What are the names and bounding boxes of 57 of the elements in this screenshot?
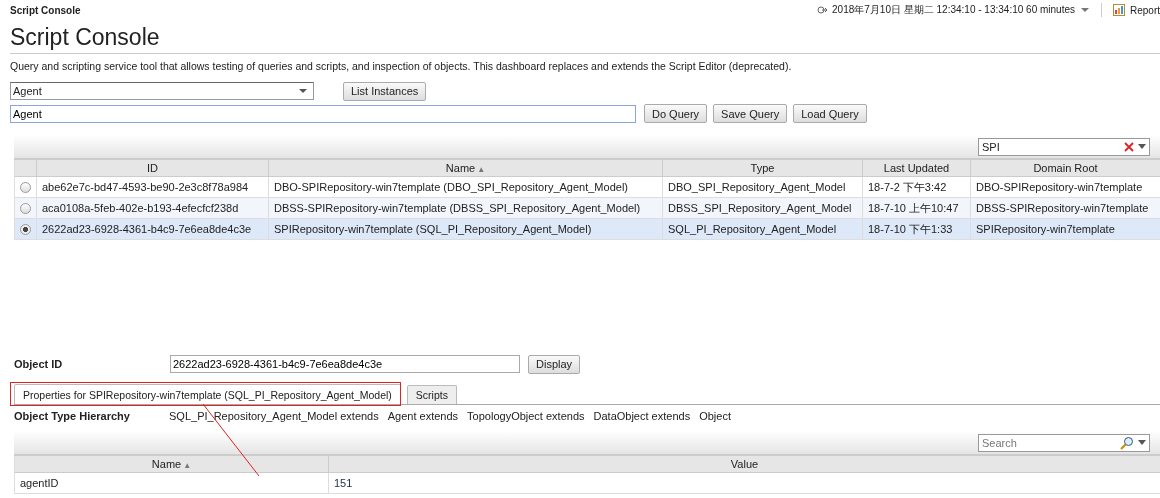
column-header[interactable]: Name ▲ [269, 160, 663, 177]
row-radio[interactable] [20, 181, 31, 193]
time-range[interactable]: 2018年7月10日 星期二 12:34:10 - 13:34:10 60 minutes [832, 3, 1075, 17]
query-button[interactable]: Save Query [713, 104, 788, 123]
row-radio[interactable] [20, 223, 31, 235]
column-header[interactable]: Last Updated [863, 160, 971, 177]
column-header[interactable]: Value [329, 456, 1160, 473]
description: Query and scripting service tool that allows testing of queries and scripts, and inspection of objects. This dashboard replaces and extends the Script Editor (deprecated). [10, 60, 793, 74]
query-button[interactable]: Do Query [644, 104, 708, 123]
breadcrumb: Script Console [10, 4, 81, 16]
search-field[interactable]: Search [978, 433, 1150, 452]
table-cell: SQL_PI_Repository_Agent_Model [663, 219, 863, 240]
table-cell: SPIRepository-win7template [971, 219, 1160, 240]
table-cell: 2622ad23-6928-4361-b4c9-7e6ea8de4c3e [37, 219, 269, 240]
table-cell: DBO-SPIRepository-win7template (DBO_SPI_Repository_Agent_Model) [269, 177, 663, 198]
report-icon[interactable] [1113, 4, 1125, 16]
table-cell: DBSS-SPIRepository-win7template (DBSS_SPI_Repository_Agent_Model) [269, 198, 663, 219]
search-icon[interactable] [1120, 435, 1134, 450]
table-cell: aca0108a-5feb-402e-b193-4efecfcf238d [37, 198, 269, 219]
query-input[interactable]: Agent [10, 104, 636, 123]
dropdown-icon[interactable] [1080, 7, 1090, 13]
column-header[interactable]: ID [37, 160, 269, 177]
column-header[interactable]: Type [663, 160, 863, 177]
table-cell: abe62e7c-bd47-4593-be90-2e3c8f78a984 [37, 177, 269, 198]
object-id-field[interactable]: 2622ad23-6928-4361-b4c9-7e6ea8de4c3e [170, 355, 520, 373]
column-header[interactable]: Name ▲ [15, 456, 329, 473]
hierarchy-label: Object Type Hierarchy [14, 410, 131, 422]
dropdown-icon[interactable] [1138, 144, 1146, 149]
hierarchy-item[interactable]: Object [699, 410, 731, 422]
hierarchy-item[interactable]: DataObject extends [593, 410, 691, 422]
filter-field[interactable]: SPI [978, 137, 1150, 156]
row-radio[interactable] [20, 202, 31, 214]
dropdown-icon[interactable] [298, 88, 308, 94]
table-cell: DBSS-SPIRepository-win7template [971, 198, 1160, 219]
table-cell: agentID [15, 473, 329, 494]
table-cell: 18-7-10 下午1:33 [863, 219, 971, 240]
hierarchy-item[interactable]: Agent extends [387, 410, 459, 422]
refresh-icon[interactable] [817, 5, 828, 15]
table-cell: DBSS_SPI_Repository_Agent_Model [663, 198, 863, 219]
hierarchy-item[interactable]: SQL_PI_Repository_Agent_Model extends [169, 410, 379, 422]
table-cell: 18-7-2 下午3:42 [863, 177, 971, 198]
query-button[interactable]: Load Query [793, 104, 867, 123]
tab[interactable]: Scripts [406, 385, 457, 404]
tab[interactable]: Properties for SPIRepository-win7template (SQL_PI_Repository_Agent_Model) [14, 384, 401, 404]
hierarchy-item[interactable]: TopologyObject extends [467, 410, 585, 422]
column-header[interactable]: Domain Root [971, 160, 1160, 177]
dropdown-icon[interactable] [1138, 440, 1146, 445]
object-id-label: Object ID [14, 358, 64, 370]
clear-icon[interactable] [1124, 141, 1134, 152]
report-link[interactable]: Report [1130, 4, 1160, 16]
list-instances-button[interactable]: List Instances [343, 81, 427, 101]
type-select[interactable]: Agent [10, 82, 314, 100]
table-cell: DBO_SPI_Repository_Agent_Model [663, 177, 863, 198]
table-cell: SPIRepository-win7template (SQL_PI_Repository_Agent_Model) [269, 219, 663, 240]
page-title: Script Console [10, 24, 1160, 54]
table-cell: 18-7-10 上午10:47 [863, 198, 971, 219]
display-button[interactable]: Display [528, 354, 581, 374]
